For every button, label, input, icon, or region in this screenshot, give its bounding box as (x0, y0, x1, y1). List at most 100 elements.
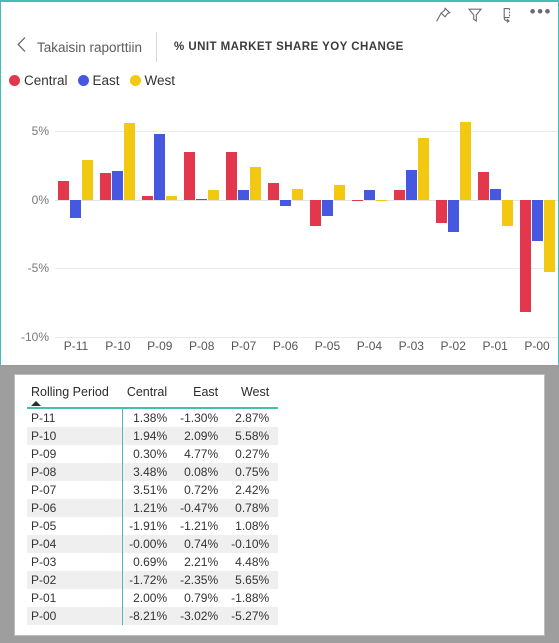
table-cell-central: -0.00% (129, 537, 168, 551)
bar-central[interactable] (477, 172, 489, 200)
bar-central[interactable] (142, 195, 154, 200)
bar-east[interactable] (489, 189, 501, 200)
table-row[interactable]: P-02 -1.72% -2.35% 5.65% (27, 571, 279, 589)
legend-swatch-icon (9, 75, 20, 86)
bar-west[interactable] (124, 123, 136, 200)
table-cell-central: 1.21% (133, 501, 168, 515)
table-row[interactable]: P-01 2.00% 0.79% -1.88% (27, 589, 278, 607)
bar-group (58, 97, 94, 337)
table-row[interactable]: P-03 0.69% 2.21% 4.48% (27, 553, 278, 571)
table-row[interactable]: P-00 -8.21% -3.02% -5.27% (27, 607, 279, 625)
table-cell-east: -3.02% (180, 609, 219, 623)
y-axis-tick-label: -5% (27, 261, 49, 276)
table-cell-period: P-01 (27, 589, 124, 607)
bar-east[interactable] (196, 198, 208, 201)
table-cell-west: 4.48% (235, 555, 270, 569)
bar-west[interactable] (82, 160, 94, 200)
bar-west[interactable] (417, 138, 429, 200)
bar-east[interactable] (321, 199, 333, 217)
table-cell-west: 0.75% (235, 465, 270, 479)
bar-east[interactable] (154, 134, 166, 200)
bar-central[interactable] (435, 199, 447, 224)
column-header-east[interactable]: East (176, 385, 228, 409)
table-cell-period: P-06 (27, 499, 124, 517)
table-cell-west: 1.08% (235, 519, 270, 533)
bar-group (100, 97, 136, 337)
table-row[interactable]: P-11 1.38% -1.30% 2.87% (27, 408, 278, 427)
x-axis-tick-label: P-06 (272, 339, 299, 353)
x-axis-tick-label: P-11 (63, 339, 89, 353)
table-cell-central: 3.51% (133, 483, 168, 497)
bar-west[interactable] (501, 199, 513, 226)
bar-west[interactable] (543, 199, 555, 273)
bar-central[interactable] (351, 199, 363, 202)
filter-icon[interactable] (466, 6, 484, 24)
bar-central[interactable] (393, 190, 405, 200)
back-to-report-link[interactable]: Takaisin raporttiin (16, 36, 142, 58)
table-row[interactable]: P-07 3.51% 0.72% 2.42% (27, 481, 278, 499)
table-cell-east: -1.21% (180, 519, 219, 533)
table-row[interactable]: P-08 3.48% 0.08% 0.75% (27, 463, 279, 481)
legend-item-central[interactable]: Central (9, 73, 68, 88)
table-cell-period: P-09 (27, 445, 124, 463)
table-cell-central: -1.72% (129, 573, 168, 587)
bar-group (142, 97, 178, 337)
table-cell-west: 5.58% (235, 429, 270, 443)
table-cell-period: P-07 (27, 481, 124, 499)
bar-central[interactable] (226, 151, 238, 200)
bar-east[interactable] (363, 189, 375, 200)
table-cell-central: -8.21% (129, 609, 168, 623)
focus-mode-icon[interactable] (498, 6, 516, 24)
bar-east[interactable] (531, 199, 543, 242)
table-row[interactable]: P-04 -0.00% 0.74% -0.10% (27, 535, 279, 553)
table-cell-west: 2.87% (235, 411, 270, 425)
table-row[interactable]: P-10 1.94% 2.09% 5.58% (27, 427, 279, 445)
table-row[interactable]: P-05 -1.91% -1.21% 1.08% (27, 517, 278, 535)
bar-west[interactable] (208, 189, 220, 200)
x-axis-tick-label: P-02 (440, 339, 466, 353)
bar-west[interactable] (292, 189, 304, 200)
legend-item-west[interactable]: West (129, 73, 176, 88)
legend-label: West (144, 73, 176, 88)
column-header-rolling-period[interactable]: Rolling Period (27, 385, 123, 409)
table-cell-west: 2.42% (235, 483, 270, 497)
bar-west[interactable] (333, 185, 345, 200)
more-options-button[interactable]: ••• (530, 3, 552, 23)
table-cell-west: 5.65% (235, 573, 270, 587)
bar-east[interactable] (238, 189, 250, 200)
bar-central[interactable] (184, 152, 196, 200)
bar-east[interactable] (405, 169, 417, 200)
legend-swatch-icon (77, 75, 89, 86)
x-axis-tick-label: P-07 (230, 339, 257, 353)
table-cell-period: P-05 (27, 517, 124, 535)
bar-central[interactable] (519, 199, 531, 313)
table-cell-east: 0.72% (184, 483, 219, 497)
bar-east[interactable] (447, 199, 459, 233)
table-cell-central: 1.38% (133, 411, 168, 425)
pin-icon[interactable] (434, 6, 452, 24)
column-header-central[interactable]: Central (122, 385, 177, 409)
bar-group (435, 97, 471, 337)
bar-west[interactable] (250, 166, 262, 200)
legend-item-east[interactable]: East (77, 73, 120, 88)
bar-central[interactable] (309, 199, 321, 227)
bar-central[interactable] (58, 180, 70, 200)
x-axis-tick-label: P-04 (356, 339, 383, 353)
table-row[interactable]: P-06 1.21% -0.47% 0.78% (27, 499, 279, 517)
bar-west[interactable] (459, 122, 471, 200)
x-axis-tick-label: P-09 (147, 339, 173, 353)
table-cell-east: 2.09% (184, 429, 219, 443)
bar-east[interactable] (112, 171, 124, 200)
table-cell-east: 0.79% (184, 591, 219, 605)
bar-west[interactable] (166, 196, 178, 200)
bar-east[interactable] (70, 199, 82, 218)
bar-central[interactable] (100, 173, 112, 200)
y-axis-tick-label: 0% (31, 192, 49, 207)
bar-west[interactable] (375, 199, 387, 202)
column-header-west[interactable]: West (227, 385, 279, 409)
table-cell-west: -0.10% (231, 537, 270, 551)
bar-central[interactable] (268, 183, 280, 200)
bar-east[interactable] (280, 199, 292, 207)
bar-group (226, 97, 262, 337)
table-row[interactable]: P-09 0.30% 4.77% 0.27% (27, 445, 278, 463)
